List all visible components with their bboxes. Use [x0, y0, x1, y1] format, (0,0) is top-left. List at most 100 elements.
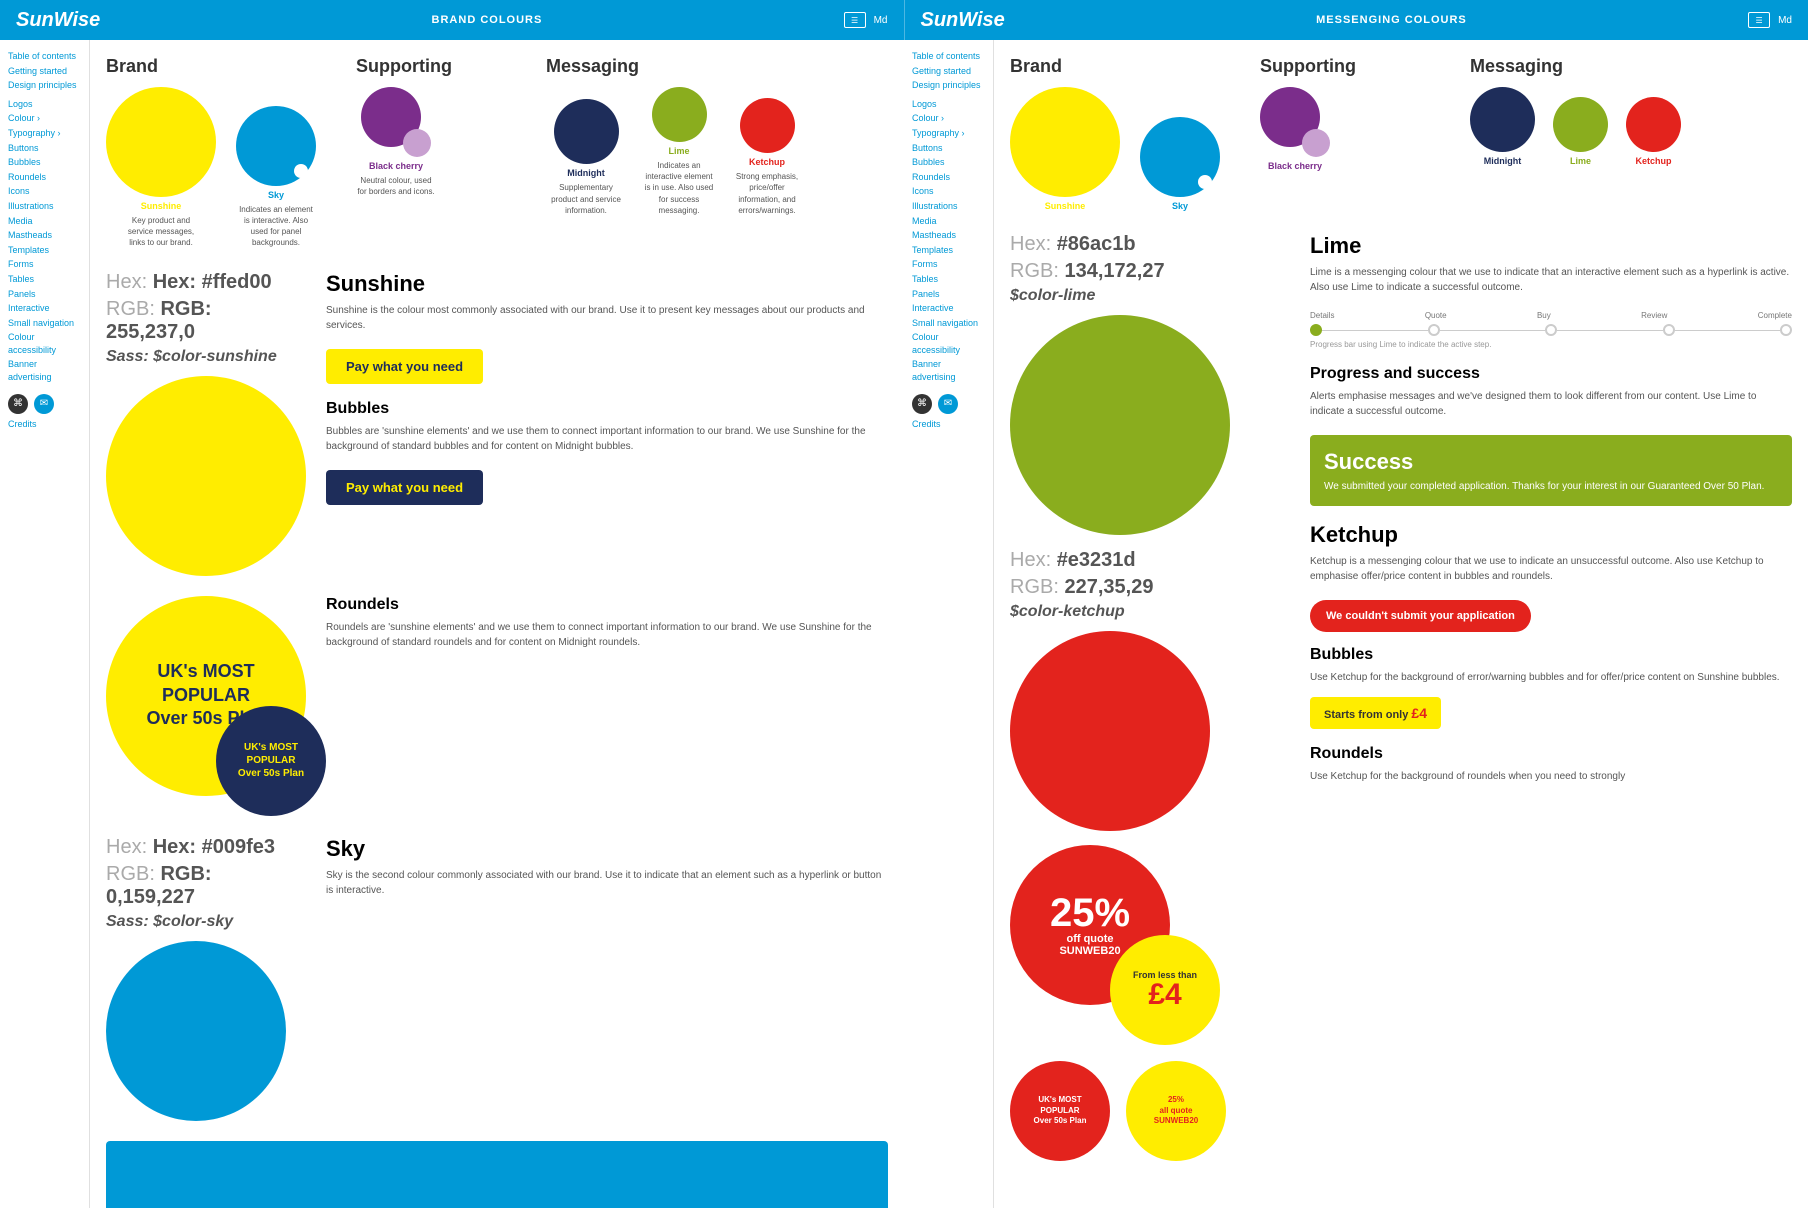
sidebar-item-getting-started[interactable]: Getting started [8, 65, 81, 78]
sidebar-item-templates[interactable]: Templates [8, 244, 81, 257]
r-roundels-title: Roundels [1310, 745, 1792, 763]
progress-section: Details Quote Buy Review Complete [1310, 311, 1792, 349]
sunshine-detail: Hex: Hex: #ffed00 RGB: RGB: 255,237,0 Sa… [106, 271, 888, 576]
sidebar-item-illustrations[interactable]: Illustrations [8, 200, 81, 213]
ketchup-hex-section: Hex: #e3231d RGB: 227,35,29 $color-ketch… [1010, 549, 1290, 831]
r-sidebar-item-icons[interactable]: Icons [912, 185, 985, 198]
progress-title: Progress and success [1310, 365, 1792, 383]
r-sunshine-circle [1010, 87, 1120, 197]
sunshine-swatch: Sunshine Key product and service message… [106, 87, 216, 249]
sidebar-item-panels[interactable]: Panels [8, 288, 81, 301]
r-sidebar-item-roundels[interactable]: Roundels [912, 171, 985, 184]
sidebar-item-typography[interactable]: Typography › [8, 127, 81, 140]
ketchup-sass-display: $color-ketchup [1010, 603, 1290, 621]
r-ketchup-circle [1626, 97, 1681, 152]
r-sidebar-item-panels[interactable]: Panels [912, 288, 985, 301]
supporting-circles: Black cherry Neutral colour, used for bo… [356, 87, 536, 197]
r-sidebar-item-illustrations[interactable]: Illustrations [912, 200, 985, 213]
sidebar-item-forms[interactable]: Forms [8, 258, 81, 271]
r-sidebar-social-icons: ⌘ ✉ [912, 394, 985, 414]
r-sidebar-item-templates[interactable]: Templates [912, 244, 985, 257]
sky-title: Sky [326, 836, 888, 862]
r-email-icon[interactable]: ✉ [938, 394, 958, 414]
sidebar-item-colour-access[interactable]: Colour accessibility [8, 331, 81, 356]
sunshine-right-content: Sunshine Sunshine is the colour most com… [326, 271, 888, 576]
sunshine-hex-block: Hex: Hex: #ffed00 RGB: RGB: 255,237,0 Sa… [106, 271, 306, 576]
roundel-line1: UK's MOST [157, 660, 254, 683]
sidebar-credits[interactable]: Credits [8, 418, 81, 431]
r-messaging-section-title: Messaging [1470, 56, 1792, 77]
sidebar-item-interactive[interactable]: Interactive [8, 302, 81, 315]
github-icon[interactable]: ⌘ [8, 394, 28, 414]
sky-swatch: Sky Indicates an element is interactive.… [236, 106, 316, 249]
step-complete: Complete [1758, 311, 1792, 320]
lime-sass-display: $color-lime [1010, 287, 1290, 305]
r-sidebar-item-bubbles[interactable]: Bubbles [912, 156, 985, 169]
r-messaging-circles: Midnight Lime Ketchup [1470, 87, 1792, 166]
sidebar-item-icons[interactable]: Icons [8, 185, 81, 198]
r-sidebar-item-interactive[interactable]: Interactive [912, 302, 985, 315]
midnight-swatch: Midnight Supplementary product and servi… [546, 99, 626, 216]
brand-circles: Sunshine Key product and service message… [106, 87, 346, 249]
sidebar-item-media[interactable]: Media [8, 215, 81, 228]
step-line-2 [1440, 330, 1546, 331]
ketchup-hex-val: #e3231d [1057, 549, 1136, 571]
sunshine-circle [106, 87, 216, 197]
device-icon-left[interactable]: ☰ [844, 12, 866, 28]
r-sidebar-item-mastheads[interactable]: Mastheads [912, 229, 985, 242]
r-sidebar-item-media[interactable]: Media [912, 215, 985, 228]
lime-swatch: Lime Indicates an interactive element is… [644, 87, 714, 216]
r-sidebar-item-getting-started[interactable]: Getting started [912, 65, 985, 78]
email-icon[interactable]: ✉ [34, 394, 54, 414]
sunshine-big-circle [106, 376, 306, 576]
r-sunshine-swatch: Sunshine [1010, 87, 1120, 211]
r-sidebar-item-small-nav[interactable]: Small navigation [912, 317, 985, 330]
bubbles-title: Bubbles [326, 400, 888, 418]
roundels-section: UK's MOST POPULAR Over 50s Plan UK's MOS… [106, 596, 888, 816]
roundel-small-line1: UK's MOST [244, 741, 298, 754]
progress-dots-row [1310, 324, 1792, 336]
r-github-icon[interactable]: ⌘ [912, 394, 932, 414]
pay-midnight-button[interactable]: Pay what you need [326, 470, 483, 505]
r-sidebar-item-tables[interactable]: Tables [912, 273, 985, 286]
device-icon-right[interactable]: ☰ [1748, 12, 1770, 28]
sidebar-item-toc[interactable]: Table of contents [8, 50, 81, 63]
breakpoint-label-left: Md [874, 15, 888, 26]
ketchup-desc: Ketchup is a messenging colour that we u… [1310, 554, 1792, 584]
ketchup-label: Ketchup [749, 157, 785, 167]
r-sidebar-item-banner[interactable]: Banner advertising [912, 358, 985, 383]
sidebar-item-colour[interactable]: Colour › [8, 112, 81, 125]
r-sidebar-item-typography[interactable]: Typography › [912, 127, 985, 140]
lime-hex-section: Hex: #86ac1b RGB: 134,172,27 $color-lime [1010, 233, 1290, 535]
r-sidebar-item-logos[interactable]: Logos [912, 98, 985, 111]
r-sidebar-item-forms[interactable]: Forms [912, 258, 985, 271]
r-sidebar-item-toc[interactable]: Table of contents [912, 50, 985, 63]
r-sidebar-item-colour[interactable]: Colour › [912, 112, 985, 125]
lime-label: Lime [668, 146, 689, 156]
sidebar-item-bubbles[interactable]: Bubbles [8, 156, 81, 169]
pay-sunshine-button[interactable]: Pay what you need [326, 349, 483, 384]
sidebar-item-buttons[interactable]: Buttons [8, 142, 81, 155]
lime-rgb-val: 134,172,27 [1064, 260, 1164, 282]
sidebar-item-roundels[interactable]: Roundels [8, 171, 81, 184]
lime-hex-display: Hex: #86ac1b [1010, 233, 1290, 256]
sidebar-item-mastheads[interactable]: Mastheads [8, 229, 81, 242]
step-review: Review [1641, 311, 1667, 320]
step-labels: Details Quote Buy Review Complete [1310, 311, 1792, 320]
sidebar-item-small-nav[interactable]: Small navigation [8, 317, 81, 330]
r-sidebar-credits[interactable]: Credits [912, 418, 985, 431]
r-cherry-light-circle [1302, 129, 1330, 157]
r-sidebar-item-buttons[interactable]: Buttons [912, 142, 985, 155]
cherry-label: Black cherry [369, 161, 423, 171]
sidebar-item-tables[interactable]: Tables [8, 273, 81, 286]
sidebar-item-logos[interactable]: Logos [8, 98, 81, 111]
sidebar-item-banner[interactable]: Banner advertising [8, 358, 81, 383]
r-sidebar-item-colour-access[interactable]: Colour accessibility [912, 331, 985, 356]
sidebar-item-design-principles[interactable]: Design principles [8, 79, 81, 92]
ketchup-price-roundels: 25% off quote SUNWEB20 From less than £4 [1010, 845, 1230, 1045]
sky-circle-container [236, 106, 316, 186]
success-desc: We submitted your completed application.… [1324, 481, 1778, 492]
left-logo: SunWise [16, 9, 100, 32]
roundel-red-bottom: UK's MOSTPOPULAROver 50s Plan [1010, 1061, 1110, 1161]
r-sidebar-item-design-principles[interactable]: Design principles [912, 79, 985, 92]
